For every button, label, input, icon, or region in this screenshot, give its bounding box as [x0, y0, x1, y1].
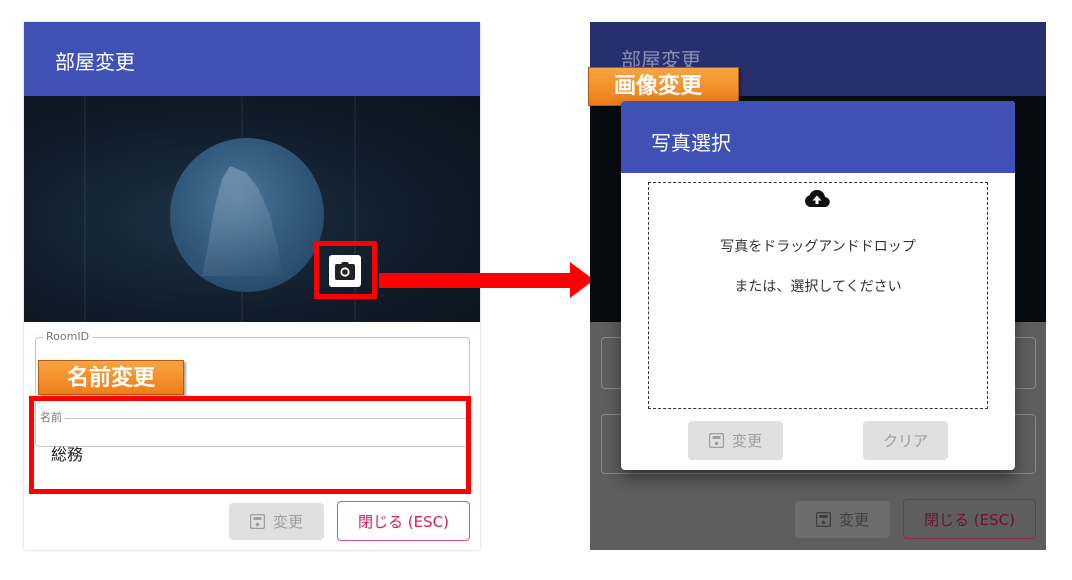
room-image [24, 96, 480, 322]
photo-dialog-title: 写真選択 [621, 101, 1015, 173]
transition-arrow [379, 273, 575, 288]
drop-instruction: 写真をドラッグアンドドロップ [720, 239, 916, 255]
rename-annotation: 名前変更 [38, 360, 184, 395]
camera-highlight-box [314, 241, 377, 299]
dialog-title: 部屋変更 [24, 22, 480, 96]
photo-drop-zone[interactable]: 写真をドラッグアンドドロップ または、選択してください [648, 182, 988, 409]
close-button[interactable]: 閉じる (ESC) [337, 501, 470, 541]
dimmed-close-button: 閉じる (ESC) [903, 499, 1036, 539]
room-id-label: RoomID [43, 330, 93, 344]
drop-instruction-alt: または、選択してください [734, 279, 902, 295]
save-button[interactable]: 変更 [229, 503, 324, 540]
photo-select-dialog: 写真選択 写真をドラッグアンドドロップ または、選択してください 変更 クリア [621, 101, 1015, 470]
save-icon [708, 433, 724, 448]
photo-save-button-label: 変更 [731, 432, 762, 450]
cloud-upload-icon [805, 189, 830, 208]
name-highlight-box [29, 396, 471, 494]
photo-clear-button[interactable]: クリア [863, 421, 948, 460]
photo-save-button[interactable]: 変更 [688, 421, 783, 460]
dimmed-save-button-label: 変更 [838, 511, 869, 529]
save-icon [249, 514, 265, 529]
save-icon [815, 512, 831, 527]
save-button-label: 変更 [272, 513, 303, 531]
dimmed-save-button: 変更 [795, 501, 890, 538]
